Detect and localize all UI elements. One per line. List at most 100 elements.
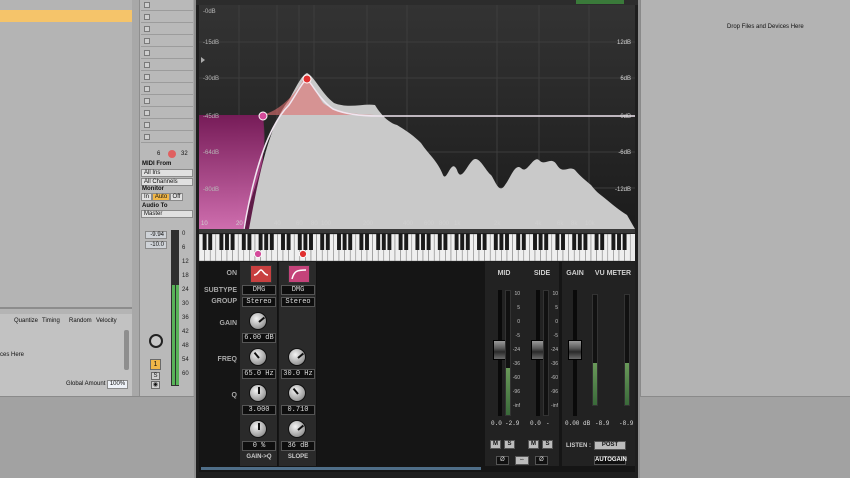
black-key[interactable] (572, 234, 577, 250)
band1-node[interactable] (258, 111, 268, 121)
black-key[interactable] (611, 234, 616, 250)
band2-on-button[interactable] (288, 265, 310, 283)
band2-q-knob[interactable] (288, 384, 306, 402)
black-key[interactable] (421, 234, 425, 250)
black-key[interactable] (348, 234, 353, 250)
black-key[interactable] (415, 234, 420, 250)
band2-key-marker[interactable] (299, 250, 307, 258)
black-key[interactable] (337, 234, 341, 250)
black-key[interactable] (303, 234, 308, 250)
band1-gain-field[interactable]: 6.00 dB (242, 333, 276, 343)
clip-slot[interactable] (141, 0, 193, 11)
black-key[interactable] (505, 234, 509, 250)
band2-node[interactable] (302, 74, 312, 84)
black-key[interactable] (555, 234, 560, 250)
black-key[interactable] (320, 234, 325, 250)
midi-channel-select[interactable]: All Channels (141, 178, 193, 186)
black-key[interactable] (381, 234, 386, 250)
clip-stop-button[interactable] (144, 2, 150, 8)
band-scrollbar[interactable] (201, 467, 481, 470)
black-key[interactable] (269, 234, 274, 250)
black-key[interactable] (577, 234, 582, 250)
band2-freq-field[interactable]: 30.0 Hz (281, 369, 315, 379)
clip-stop-button[interactable] (144, 134, 150, 140)
clip-slot[interactable] (141, 96, 193, 107)
clip-slot[interactable] (141, 24, 193, 35)
range-bar[interactable] (199, 229, 635, 233)
band1-on-button[interactable] (250, 265, 272, 283)
black-key[interactable] (258, 234, 263, 250)
clip-stop-button[interactable] (144, 26, 150, 32)
black-key[interactable] (286, 234, 291, 250)
mid-solo-button[interactable]: S (504, 440, 515, 449)
link-button[interactable]: ⇔ (515, 456, 529, 465)
black-key[interactable] (208, 234, 213, 250)
black-key[interactable] (309, 234, 313, 250)
clip-slot[interactable] (141, 84, 193, 95)
clip-stop-button[interactable] (144, 62, 150, 68)
band2-slope-knob[interactable] (288, 420, 306, 438)
black-key[interactable] (465, 234, 470, 250)
midi-from-select[interactable]: All Ins (141, 169, 193, 177)
black-key[interactable] (538, 234, 543, 250)
audio-to-select[interactable]: Master (141, 210, 193, 218)
groove-scrollbar[interactable] (124, 330, 129, 370)
global-amount-field[interactable]: 100% (107, 380, 128, 389)
black-key[interactable] (398, 234, 403, 250)
black-key[interactable] (325, 234, 330, 250)
clip-slot[interactable] (141, 72, 193, 83)
clip-stop-button[interactable] (144, 98, 150, 104)
band2-slope-field[interactable]: 36 dB (281, 441, 315, 451)
black-key[interactable] (264, 234, 269, 250)
listen-post-button[interactable]: POST (594, 441, 626, 450)
black-key[interactable] (443, 234, 448, 250)
panel-divider[interactable] (0, 307, 132, 309)
black-key[interactable] (225, 234, 229, 250)
band1-group-field[interactable]: Stereo (242, 297, 276, 307)
band1-freq-knob[interactable] (249, 348, 267, 366)
track-arm-button[interactable]: ◉ (151, 381, 160, 389)
clip-slot[interactable] (141, 48, 193, 59)
clip-stop-button[interactable] (144, 122, 150, 128)
clip-slot[interactable] (141, 60, 193, 71)
band1-q-knob[interactable] (249, 384, 267, 402)
clip-stop-button[interactable] (144, 74, 150, 80)
autogain-button[interactable]: AUTOGAIN (594, 456, 627, 465)
monitor-auto-button[interactable]: Auto (152, 193, 170, 201)
band1-q-field[interactable]: 3.000 (242, 405, 276, 415)
black-key[interactable] (622, 234, 627, 250)
black-key[interactable] (583, 234, 588, 250)
band1-gainq-field[interactable]: 0 % (242, 441, 276, 451)
black-key[interactable] (617, 234, 621, 250)
clip-slot[interactable] (141, 120, 193, 131)
black-key[interactable] (241, 234, 246, 250)
black-key[interactable] (499, 234, 504, 250)
band1-freq-field[interactable]: 65.0 Hz (242, 369, 276, 379)
clip-stop-button[interactable] (144, 110, 150, 116)
black-key[interactable] (437, 234, 442, 250)
clip-stop-button[interactable] (144, 50, 150, 56)
mid-phase-button[interactable]: Ø (496, 456, 509, 465)
band2-subtype-field[interactable]: DMG (281, 285, 315, 295)
solo-indicator[interactable] (168, 150, 176, 158)
side-mute-button[interactable]: M (528, 440, 539, 449)
black-key[interactable] (247, 234, 252, 250)
side-solo-button[interactable]: S (542, 440, 553, 449)
monitor-in-button[interactable]: In (141, 193, 152, 201)
clip-stop-button[interactable] (144, 86, 150, 92)
clip-stop-button[interactable] (144, 38, 150, 44)
black-key[interactable] (477, 234, 481, 250)
black-key[interactable] (342, 234, 347, 250)
mid-mute-button[interactable]: M (490, 440, 501, 449)
black-key[interactable] (521, 234, 526, 250)
black-key[interactable] (533, 234, 537, 250)
black-key[interactable] (454, 234, 459, 250)
band1-key-marker[interactable] (254, 250, 262, 258)
monitor-off-button[interactable]: Off (170, 193, 183, 201)
band1-gainq-knob[interactable] (249, 420, 267, 438)
black-key[interactable] (426, 234, 431, 250)
band2-q-field[interactable]: 0.710 (281, 405, 315, 415)
clip-slot[interactable] (141, 12, 193, 23)
black-key[interactable] (561, 234, 565, 250)
clip-slot[interactable] (141, 132, 193, 143)
